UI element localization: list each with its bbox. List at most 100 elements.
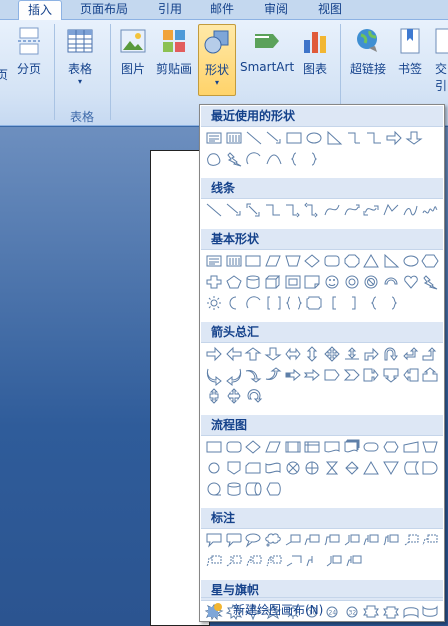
shape-elbow-icon[interactable] [263,201,283,219]
shape-elbowarrow-icon[interactable] [283,201,303,219]
tab-insert[interactable]: 插入 [18,0,62,21]
shape-rarrow-icon[interactable] [204,345,224,363]
shape-rect-icon[interactable] [204,438,224,456]
shape-blob-icon[interactable] [204,150,224,168]
shape-pentagon-icon[interactable] [224,273,244,291]
shape-card-icon[interactable] [243,459,263,477]
shape-rbrace-icon[interactable] [304,150,324,168]
shape-display-icon[interactable] [264,480,284,498]
shapes-button[interactable]: 形状 ▾ [198,24,236,96]
shape-can-icon[interactable] [243,273,263,291]
ribbon-partial-left[interactable]: 页 [0,66,8,83]
shape-bentup-icon[interactable] [420,345,440,363]
shape-elbow-icon[interactable] [364,129,384,147]
shape-moon-icon[interactable] [224,294,244,312]
shape-vtextbox-icon[interactable] [224,252,244,270]
shape-quadcallout-icon[interactable] [224,387,244,405]
shape-triangle-icon[interactable] [361,252,381,270]
shape-curvedr-icon[interactable] [204,366,224,387]
shape-foldcorner-icon[interactable] [302,273,322,291]
shape-curve-icon[interactable] [322,201,342,219]
shape-callout1-icon[interactable] [204,531,224,549]
shape-roundrect-icon[interactable] [322,252,342,270]
shape-donut-icon[interactable] [342,273,362,291]
shape-bevel-icon[interactable] [283,273,303,291]
page-break-button[interactable]: 分页 [12,26,46,77]
shape-bentarrow-icon[interactable] [361,345,381,363]
shape-udcallout-icon[interactable] [204,387,224,405]
shape-hexagon-icon[interactable] [420,252,440,270]
crossref-button-partial[interactable]: 交引 [430,26,448,94]
new-drawing-canvas-item[interactable]: 新建绘图画布(N) [201,597,443,621]
shape-lrudarrow-icon[interactable] [342,345,362,363]
shape-delay-icon[interactable] [420,459,440,477]
shape-oval-icon[interactable] [401,252,421,270]
shape-multidoc-icon[interactable] [342,438,362,456]
shape-manualinput-icon[interactable] [401,438,421,456]
shape-lrarrow-icon[interactable] [283,345,303,363]
shape-lbracket-icon[interactable] [324,294,344,312]
shape-heart-icon[interactable] [401,273,421,291]
shape-arc-icon[interactable] [244,294,264,312]
shape-offpage-icon[interactable] [224,459,244,477]
shape-linecallout15-icon[interactable] [324,552,344,570]
chart-button[interactable]: 图表 [298,26,332,77]
shape-dcallout-icon[interactable] [381,366,401,384]
shape-preparation-icon[interactable] [381,438,401,456]
tab-review[interactable]: 审阅 [256,0,296,20]
picture-button[interactable]: 图片 [116,26,150,77]
shape-ucallout-icon[interactable] [420,366,440,384]
shape-callout3-icon[interactable] [243,531,263,549]
shape-rect-icon[interactable] [243,252,263,270]
shape-callout2-icon[interactable] [224,531,244,549]
shape-curvedbl-icon[interactable] [361,201,381,219]
shape-terminator-icon[interactable] [361,438,381,456]
shape-lightning-icon[interactable] [420,273,440,291]
shape-linecallout1-icon[interactable] [283,531,303,549]
shape-lightning-icon[interactable] [224,150,244,168]
shape-trapezoid-icon[interactable] [283,252,303,270]
shape-lcallout-icon[interactable] [401,366,421,384]
shape-pentagonarrow-icon[interactable] [322,366,342,384]
shape-udarrow-icon[interactable] [302,345,322,363]
shape-linecallout4-icon[interactable] [342,531,362,549]
shape-linecallout14-icon[interactable] [304,552,324,570]
smartart-button[interactable]: SmartArt [240,26,294,74]
shape-cross-icon[interactable] [204,273,224,291]
shape-dblarrow-icon[interactable] [243,201,263,219]
shape-line-icon[interactable] [244,129,264,147]
shape-linecallout6-icon[interactable] [381,531,401,549]
shape-lupbent-icon[interactable] [401,345,421,363]
shape-freeform2-icon[interactable] [401,201,421,219]
shape-linecallout2-icon[interactable] [302,531,322,549]
shape-textbox-icon[interactable] [204,252,224,270]
tab-references[interactable]: 引用 [150,0,190,20]
shape-scribble-icon[interactable] [420,201,440,219]
shape-cloudcallout-icon[interactable] [263,531,283,549]
shape-rtri-icon[interactable] [324,129,344,147]
shape-lshape-icon[interactable] [344,129,364,147]
shape-freeform-icon[interactable] [381,201,401,219]
shape-blockarc-icon[interactable] [381,273,401,291]
shape-quadarrow-icon[interactable] [322,345,342,363]
shape-curvedu-icon[interactable] [243,366,263,384]
bookmark-button[interactable]: 书签 [394,26,426,77]
shape-sun-icon[interactable] [204,294,224,312]
shape-curvearrow-icon[interactable] [342,201,362,219]
tab-page-layout[interactable]: 页面布局 [72,0,136,20]
shape-parallelogram-icon[interactable] [263,252,283,270]
shape-curvedd-icon[interactable] [263,366,283,384]
shape-line-icon[interactable] [204,201,224,219]
shape-bracepair-icon[interactable] [284,294,304,312]
shape-vtextbox-icon[interactable] [224,129,244,147]
shape-linecallout10-icon[interactable] [224,552,244,570]
shape-rarrow-icon[interactable] [384,129,404,147]
shape-lbrace-icon[interactable] [364,294,384,312]
shape-linecallout3-icon[interactable] [322,531,342,549]
shape-internal-icon[interactable] [302,438,322,456]
shape-linecallout5-icon[interactable] [361,531,381,549]
shape-sumjunction-icon[interactable] [283,459,303,477]
shape-storeddata-icon[interactable] [401,459,421,477]
shape-linecallout12-icon[interactable] [264,552,284,570]
shape-octagon-icon[interactable] [342,252,362,270]
